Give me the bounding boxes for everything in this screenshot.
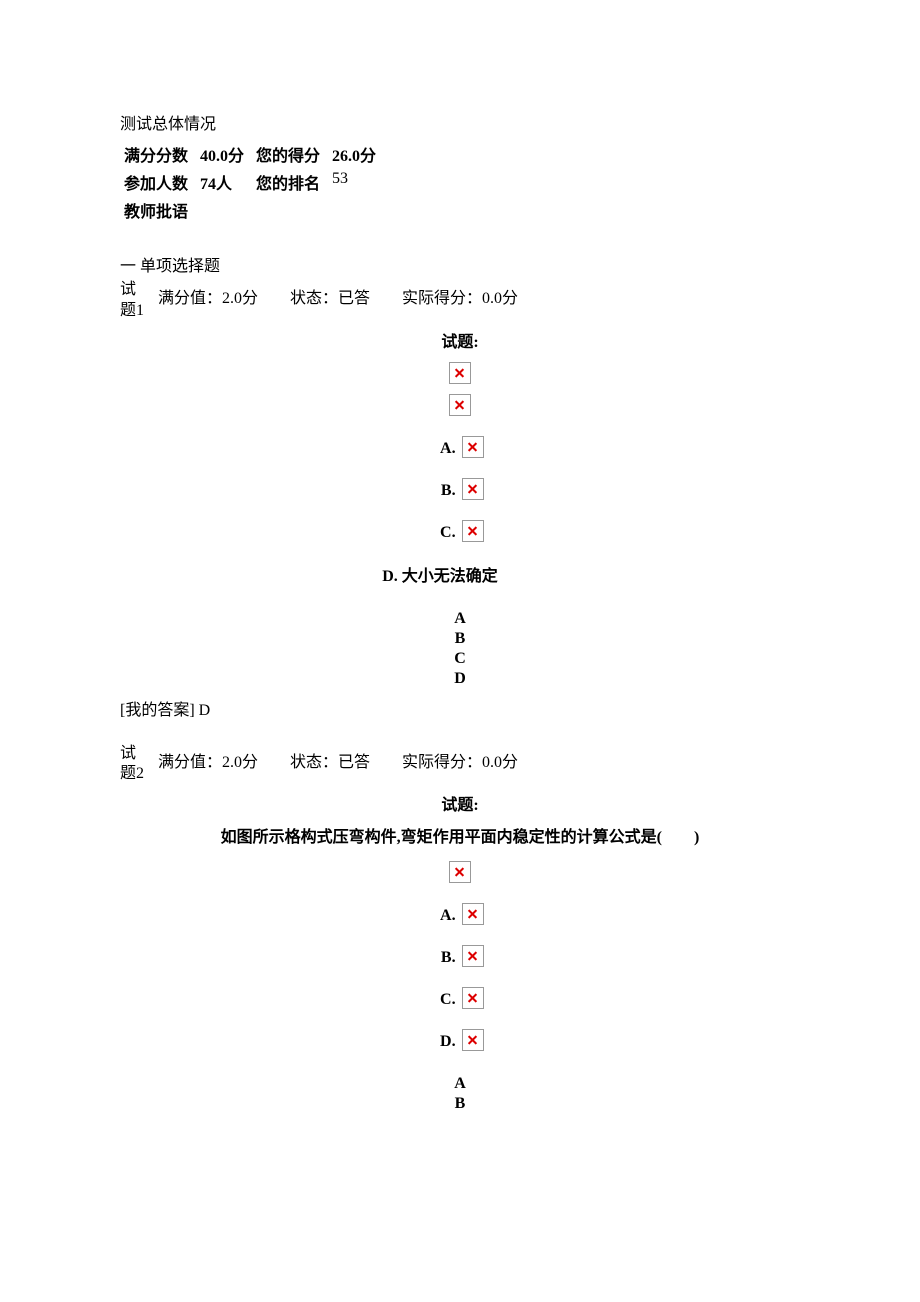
q1-choice-d: D <box>120 670 800 688</box>
overview-title: 测试总体情况 <box>120 110 800 134</box>
q1-label-bottom: 题1 <box>120 301 144 322</box>
q1-body: 试题: A. B. C. D. 大小无法确定 A B C D <box>120 328 800 688</box>
q1-choice-c: C <box>120 650 800 668</box>
q2-option-a-label: A. <box>436 907 455 925</box>
q2-label-top: 试 <box>120 744 144 765</box>
q1-choice-list: A B C D <box>120 610 800 688</box>
broken-image-icon <box>462 987 484 1009</box>
q1-my-answer: [我的答案] D <box>120 696 800 720</box>
participants-value: 74人 <box>200 168 256 196</box>
q2-meta: 试 题2 满分值：2.0分 状态：已答 实际得分：0.0分 <box>120 744 800 786</box>
my-answer-value: D <box>199 702 211 719</box>
my-answer-label: [我的答案] <box>120 702 195 719</box>
q1-option-a-label: A. <box>436 440 455 458</box>
full-score-value: 40.0分 <box>200 140 256 168</box>
q1-choice-b: B <box>120 630 800 648</box>
q2-meta-text: 满分值：2.0分 状态：已答 实际得分：0.0分 <box>158 748 518 772</box>
broken-image-icon <box>449 394 471 416</box>
broken-image-icon <box>449 362 471 384</box>
q2-option-d-label: D. <box>436 1033 455 1051</box>
rank-value: 53 <box>332 168 388 196</box>
broken-image-icon <box>462 436 484 458</box>
rank-label: 您的排名 <box>256 168 332 196</box>
summary-table: 满分分数 40.0分 您的得分 26.0分 参加人数 74人 您的排名 53 教… <box>124 140 388 224</box>
q2-body: 试题: 如图所示格构式压弯构件,弯矩作用平面内稳定性的计算公式是( ) A. B… <box>120 791 800 1113</box>
q2-title: 试题: <box>120 791 800 815</box>
your-score-label: 您的得分 <box>256 140 332 168</box>
q2-choice-a: A <box>120 1075 800 1093</box>
broken-image-icon <box>462 945 484 967</box>
q2-label-bottom: 题2 <box>120 764 144 785</box>
participants-label: 参加人数 <box>124 168 200 196</box>
broken-image-icon <box>462 478 484 500</box>
broken-image-icon <box>462 520 484 542</box>
q1-choice-a: A <box>120 610 800 628</box>
q2-option-b-label: B. <box>436 949 455 967</box>
teacher-comment-label: 教师批语 <box>124 196 200 224</box>
q2-choice-list: A B <box>120 1075 800 1113</box>
broken-image-icon <box>449 861 471 883</box>
q1-option-d: D. 大小无法确定 <box>382 562 498 586</box>
q1-title: 试题: <box>120 328 800 352</box>
full-score-label: 满分分数 <box>124 140 200 168</box>
q1-option-c-label: C. <box>436 524 455 542</box>
q1-meta-text: 满分值：2.0分 状态：已答 实际得分：0.0分 <box>158 284 518 308</box>
q2-choice-b: B <box>120 1095 800 1113</box>
q2-stem: 如图所示格构式压弯构件,弯矩作用平面内稳定性的计算公式是( ) <box>120 823 800 847</box>
broken-image-icon <box>462 903 484 925</box>
your-score-value: 26.0分 <box>332 140 388 168</box>
q2-option-c-label: C. <box>436 991 455 1009</box>
q1-label-top: 试 <box>120 280 144 301</box>
broken-image-icon <box>462 1029 484 1051</box>
section-heading: 一 单项选择题 <box>120 252 800 276</box>
q1-option-b-label: B. <box>436 482 455 500</box>
q1-meta: 试 题1 满分值：2.0分 状态：已答 实际得分：0.0分 <box>120 280 800 322</box>
